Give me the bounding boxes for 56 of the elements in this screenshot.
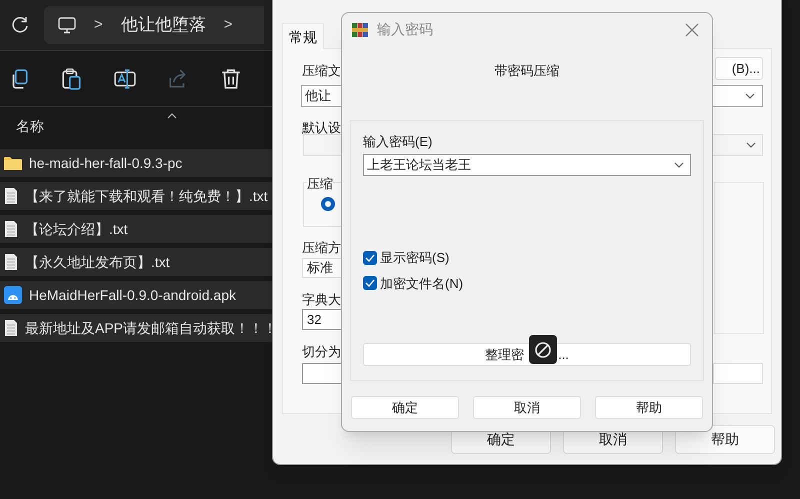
file-row[interactable]: 【论坛介绍】.txt: [0, 215, 272, 243]
tab[interactable]: 常规: [282, 23, 324, 49]
organize-passwords-button[interactable]: 整理密 ...: [363, 343, 691, 366]
file-name[interactable]: he-maid-her-fall-0.9.3-pc: [29, 152, 182, 174]
dialog-heading: 带密码压缩: [494, 62, 560, 80]
trash-icon[interactable]: [220, 68, 242, 90]
field-label: 字典大: [302, 291, 341, 309]
document-icon: [4, 319, 18, 337]
chevron-down-icon: [746, 142, 756, 148]
rename-icon[interactable]: [114, 68, 136, 90]
file-row[interactable]: HeMaidHerFall-0.9.0-android.apk: [0, 281, 272, 309]
file-row[interactable]: 【永久地址发布页】.txt: [0, 248, 272, 276]
dialog-button[interactable]: 帮助: [675, 425, 775, 454]
dialog-button[interactable]: 帮助: [595, 396, 703, 419]
checkbox-label[interactable]: 加密文件名(N): [380, 274, 464, 293]
clipboard-icon[interactable]: [61, 68, 83, 90]
document-icon: [4, 187, 18, 205]
column-header[interactable]: 名称: [16, 116, 44, 137]
file-name[interactable]: 【论坛介绍】.txt: [25, 218, 128, 240]
chevron-text[interactable]: >: [224, 14, 233, 36]
password-combo-box[interactable]: 上老王论坛当老王: [363, 154, 691, 176]
close-icon[interactable]: [685, 22, 699, 36]
document-icon: [4, 253, 18, 271]
file-name[interactable]: 【永久地址发布页】.txt: [25, 252, 170, 272]
file-row[interactable]: he-maid-her-fall-0.9.3-pc: [0, 149, 272, 177]
folder-icon: [4, 156, 22, 170]
refresh-icon[interactable]: [10, 15, 30, 35]
dialog-button[interactable]: 取消: [473, 396, 581, 419]
sort-caret-icon: [167, 113, 177, 119]
checkbox[interactable]: [363, 276, 377, 290]
monitor-icon: [58, 16, 76, 34]
file-name[interactable]: HeMaidHerFall-0.9.0-android.apk: [29, 284, 236, 306]
chevron-down-icon: [745, 93, 755, 99]
text-field[interactable]: [713, 363, 763, 384]
field-label: 压缩文: [302, 62, 341, 80]
field-label: 输入密码(E): [363, 133, 432, 151]
chevron-text[interactable]: >: [94, 14, 103, 36]
document-icon: [4, 220, 18, 238]
browse-button[interactable]: (B)...: [715, 57, 763, 80]
field-label: 默认设: [302, 119, 341, 137]
checkbox-label[interactable]: 显示密码(S): [380, 248, 450, 268]
file-row[interactable]: 【来了就能下载和观看！纯免费！】.txt: [0, 182, 272, 210]
books-icon: [351, 22, 369, 38]
dialog-button[interactable]: 确定: [351, 396, 459, 419]
no-entry-icon: [529, 335, 557, 364]
window-title: 输入密码: [377, 20, 433, 39]
chevron-down-icon: [674, 162, 684, 168]
field-label: 压缩方: [302, 239, 341, 257]
file-name[interactable]: 【来了就能下载和观看！纯免费！】.txt: [25, 186, 268, 206]
file-row[interactable]: 最新地址及APP请发邮箱自动获取！！！: [0, 314, 272, 342]
android-app-icon: [4, 286, 22, 304]
breadcrumb-item[interactable]: 他让他堕落: [120, 12, 206, 38]
checkbox[interactable]: [363, 250, 377, 265]
address-bar[interactable]: > 他让他堕落 >: [44, 6, 264, 44]
file-name[interactable]: 最新地址及APP请发邮箱自动获取！！！: [25, 318, 272, 338]
field-label: 切分为: [302, 343, 341, 361]
